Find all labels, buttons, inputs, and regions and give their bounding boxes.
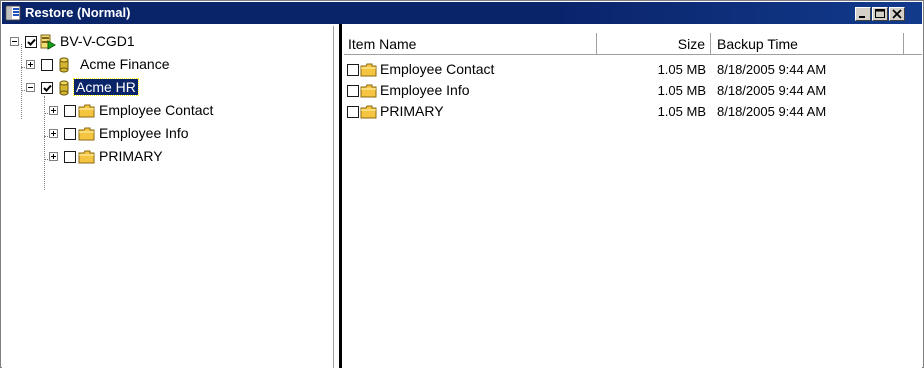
item-backup-time: 8/18/2005 9:44 AM [717, 62, 827, 77]
close-button[interactable] [889, 7, 905, 21]
database-icon [56, 80, 74, 96]
folder-icon [360, 83, 378, 99]
collapse-icon[interactable] [10, 37, 19, 46]
employee-contact-checkbox[interactable] [64, 105, 76, 117]
folder-icon [360, 104, 378, 120]
column-header-item-name[interactable]: Item Name [344, 33, 597, 55]
window-content: BV-V-CGD1 Acme Finance Acme HR Employee … [2, 24, 922, 368]
maximize-icon [875, 9, 885, 18]
window-title: Restore (Normal) [25, 5, 131, 20]
column-header-filler [904, 33, 922, 55]
item-name: Employee Info [380, 82, 470, 98]
restore-window: Restore (Normal) BV-V-CGD1 Acme Finance … [0, 0, 924, 368]
server-checkbox[interactable] [25, 36, 37, 48]
item-name: Employee Contact [380, 61, 495, 77]
item-size: 1.05 MB [657, 104, 706, 119]
item-size: 1.05 MB [657, 62, 706, 77]
tree-item-server[interactable]: BV-V-CGD1 [8, 32, 328, 54]
tree-item-primary[interactable]: PRIMARY [8, 147, 328, 169]
column-size-label: Size [677, 36, 705, 52]
acme-hr-label: Acme HR [73, 78, 139, 96]
database-icon [56, 57, 74, 73]
database-tree[interactable]: BV-V-CGD1 Acme Finance Acme HR Employee … [8, 26, 334, 368]
row-checkbox[interactable] [347, 64, 359, 76]
row-checkbox[interactable] [347, 85, 359, 97]
tree-item-employee-info[interactable]: Employee Info [8, 124, 328, 146]
tree-item-acme-finance[interactable]: Acme Finance [8, 55, 328, 77]
tree-item-employee-contact[interactable]: Employee Contact [8, 101, 328, 123]
folder-icon [360, 62, 378, 78]
employee-info-label: Employee Info [99, 125, 189, 141]
collapse-icon[interactable] [26, 83, 35, 92]
restore-app-icon [5, 5, 21, 21]
minimize-icon [859, 16, 865, 18]
expand-icon[interactable] [26, 60, 35, 69]
list-item[interactable]: PRIMARY 1.05 MB 8/18/2005 9:44 AM [344, 103, 922, 121]
maximize-button[interactable] [872, 7, 888, 21]
item-name: PRIMARY [380, 103, 444, 119]
acme-finance-label: Acme Finance [80, 56, 170, 72]
column-header-backup-time[interactable]: Backup Time [711, 33, 904, 55]
server-icon [39, 34, 57, 50]
server-label: BV-V-CGD1 [60, 33, 135, 49]
column-backup-time-label: Backup Time [717, 36, 798, 52]
expand-icon[interactable] [49, 152, 58, 161]
column-header-size[interactable]: Size [597, 33, 711, 55]
folder-icon [78, 126, 96, 142]
expand-icon[interactable] [49, 129, 58, 138]
list-item[interactable]: Employee Info 1.05 MB 8/18/2005 9:44 AM [344, 82, 922, 100]
primary-label: PRIMARY [99, 148, 163, 164]
pane-splitter[interactable] [339, 24, 342, 368]
minimize-button[interactable] [855, 7, 871, 21]
column-item-name-label: Item Name [348, 36, 417, 52]
item-backup-time: 8/18/2005 9:44 AM [717, 83, 827, 98]
expand-icon[interactable] [49, 106, 58, 115]
employee-info-checkbox[interactable] [64, 128, 76, 140]
tree-item-acme-hr[interactable]: Acme HR [8, 78, 328, 100]
close-icon [892, 9, 902, 19]
folder-icon [78, 149, 96, 165]
item-backup-time: 8/18/2005 9:44 AM [717, 104, 827, 119]
row-checkbox[interactable] [347, 106, 359, 118]
folder-icon [78, 103, 96, 119]
acme-finance-checkbox[interactable] [41, 59, 53, 71]
list-item[interactable]: Employee Contact 1.05 MB 8/18/2005 9:44 … [344, 61, 922, 79]
primary-checkbox[interactable] [64, 151, 76, 163]
title-bar[interactable]: Restore (Normal) [2, 2, 922, 24]
item-size: 1.05 MB [657, 83, 706, 98]
backup-items-list[interactable]: Item Name Size Backup Time Employee Cont… [344, 26, 922, 368]
acme-hr-checkbox[interactable] [41, 82, 53, 94]
employee-contact-label: Employee Contact [99, 102, 214, 118]
